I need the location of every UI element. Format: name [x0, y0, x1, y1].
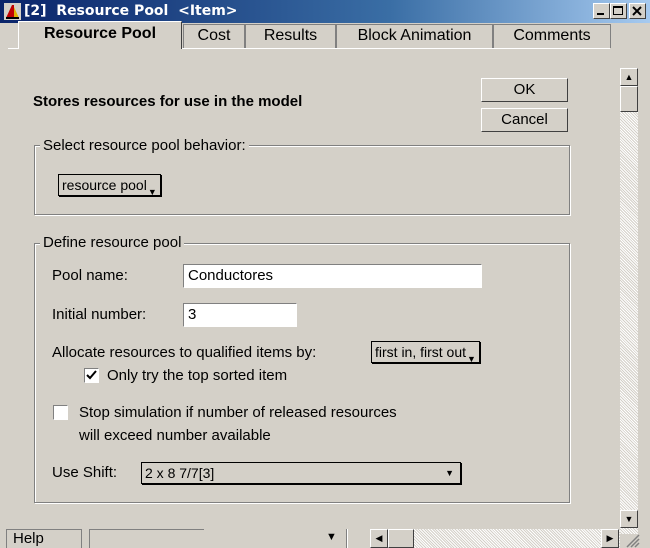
- pool-name-input[interactable]: Conductores: [183, 264, 482, 288]
- close-icon: [632, 6, 642, 16]
- vertical-scrollbar[interactable]: [620, 68, 638, 534]
- minimize-button[interactable]: [593, 3, 610, 19]
- resize-grip-icon[interactable]: [622, 530, 640, 548]
- page-heading: Stores resources for use in the model: [33, 93, 303, 110]
- status-dropdown-arrow[interactable]: ▼: [326, 531, 337, 543]
- scroll-right-button[interactable]: ▶: [601, 529, 619, 548]
- tab-results[interactable]: Results: [245, 24, 336, 48]
- behavior-group-legend: Select resource pool behavior:: [40, 137, 249, 154]
- arrow-right-icon: ▶: [606, 533, 614, 543]
- initial-number-input[interactable]: 3: [183, 303, 297, 327]
- tab-comments[interactable]: Comments: [493, 24, 611, 48]
- only-top-label: Only try the top sorted item: [107, 367, 288, 384]
- horizontal-scrollbar[interactable]: [387, 529, 620, 548]
- stop-simulation-label-line1: Stop simulation if number of released re…: [79, 404, 397, 421]
- define-group-legend: Define resource pool: [40, 234, 185, 251]
- chevron-down-icon: ▼: [147, 187, 157, 197]
- behavior-select[interactable]: resource pool▼: [58, 174, 161, 197]
- extend-app-icon: [4, 3, 21, 20]
- window-title: [2] Resource Pool <Item>: [24, 3, 238, 19]
- vertical-scroll-thumb[interactable]: [620, 86, 638, 112]
- close-button[interactable]: [629, 3, 646, 19]
- status-field: [89, 529, 204, 548]
- initial-number-label: Initial number:: [52, 306, 147, 323]
- use-shift-label: Use Shift:: [52, 464, 118, 481]
- behavior-select-value: resource pool: [62, 177, 147, 193]
- scroll-up-button[interactable]: ▲: [620, 68, 638, 86]
- use-shift-select[interactable]: 2 x 8 7/7[3] ▼: [141, 462, 461, 484]
- only-top-checkbox[interactable]: [84, 368, 99, 383]
- bottom-divider: [346, 529, 348, 548]
- minimize-icon: [597, 13, 604, 15]
- tab-resource-pool[interactable]: Resource Pool: [18, 21, 182, 49]
- maximize-button[interactable]: [610, 3, 627, 19]
- allocate-label: Allocate resources to qualified items by…: [52, 344, 317, 361]
- stop-simulation-label-line2: will exceed number available: [79, 427, 271, 444]
- help-button[interactable]: Help: [6, 529, 82, 548]
- allocate-select-value: first in, first out: [375, 344, 467, 360]
- cancel-button[interactable]: Cancel: [481, 108, 568, 132]
- maximize-icon: [613, 6, 623, 15]
- chevron-down-icon: ▼: [445, 468, 454, 478]
- arrow-up-icon: ▲: [624, 72, 634, 82]
- chevron-down-icon: ▼: [326, 531, 337, 543]
- ok-button[interactable]: OK: [481, 78, 568, 102]
- checkmark-icon: [86, 370, 97, 380]
- chevron-down-icon: ▼: [467, 354, 476, 364]
- allocate-select[interactable]: first in, first out▼: [371, 341, 480, 364]
- scroll-left-button[interactable]: ◀: [370, 529, 388, 548]
- tab-cost[interactable]: Cost: [183, 24, 245, 48]
- stop-simulation-checkbox[interactable]: [53, 405, 68, 420]
- tab-block-animation[interactable]: Block Animation: [336, 24, 493, 48]
- pool-name-label: Pool name:: [52, 267, 128, 284]
- use-shift-select-value: 2 x 8 7/7[3]: [145, 465, 215, 481]
- arrow-left-icon: ◀: [375, 533, 383, 543]
- arrow-down-icon: ▼: [624, 514, 634, 524]
- scroll-down-button[interactable]: ▼: [620, 510, 638, 528]
- horizontal-scroll-thumb[interactable]: [388, 529, 414, 548]
